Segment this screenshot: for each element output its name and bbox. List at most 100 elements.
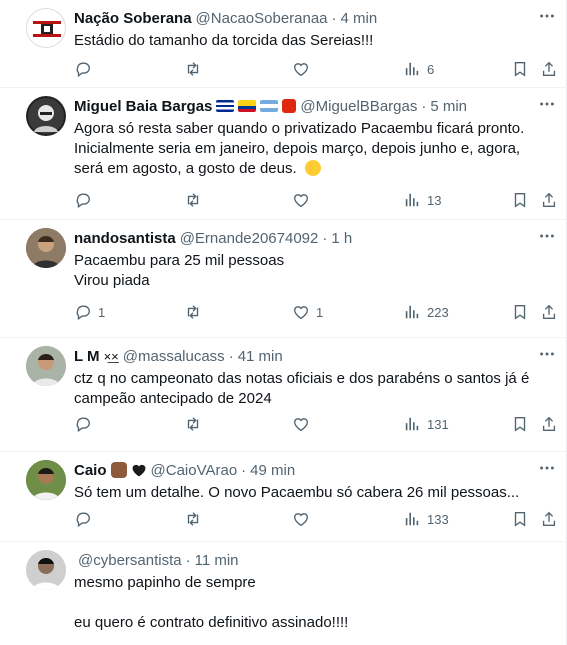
separator-dot: ·	[331, 9, 337, 27]
like-button[interactable]	[292, 189, 316, 211]
tweet[interactable]: L M ×͟× @massalucass · 41 min ctz q no c…	[0, 338, 567, 452]
views-icon	[405, 305, 419, 319]
timestamp[interactable]: 4 min	[341, 10, 378, 27]
more-icon[interactable]	[537, 344, 557, 364]
timestamp[interactable]: 5 min	[430, 98, 467, 115]
like-button[interactable]	[292, 508, 316, 530]
separator-dot: ·	[421, 97, 427, 115]
share-icon	[542, 416, 556, 431]
more-icon[interactable]	[537, 226, 557, 246]
timestamp[interactable]: 11 min	[195, 552, 239, 569]
bookmark-icon	[514, 62, 526, 77]
author-name[interactable]: Nação Soberana	[74, 10, 192, 27]
tweet[interactable]: @cybersantista · 11 min mesmo papinho de…	[0, 542, 567, 645]
author-handle[interactable]: @Ernande20674092	[180, 230, 319, 247]
reply-button[interactable]	[74, 58, 98, 80]
author-handle[interactable]: @massalucass	[123, 348, 225, 365]
reply-button[interactable]	[74, 413, 98, 435]
avatar[interactable]	[26, 96, 66, 136]
tweet-text-body: Agora só resta saber quando o privatizad…	[74, 120, 529, 177]
views-button[interactable]: 131	[403, 413, 449, 435]
bookmark-icon	[514, 193, 526, 208]
share-button[interactable]	[540, 58, 558, 80]
tweet[interactable]: Miguel Baia Bargas @MiguelBBargas · 5 mi…	[0, 88, 567, 220]
share-button[interactable]	[540, 413, 558, 435]
bookmark-icon	[514, 305, 526, 320]
black-heart-icon	[131, 462, 147, 478]
bookmark-button[interactable]	[511, 301, 529, 323]
like-icon	[294, 63, 308, 77]
sunglasses-emoji-icon	[304, 160, 321, 177]
bookmark-button[interactable]	[511, 413, 529, 435]
tweet[interactable]: Nação Soberana @NacaoSoberanaa · 4 min E…	[0, 0, 567, 88]
like-count: 1	[316, 304, 324, 320]
avatar[interactable]	[26, 8, 66, 48]
more-icon[interactable]	[537, 458, 557, 478]
author-name[interactable]: Caio	[74, 462, 107, 479]
like-button[interactable]: 1	[292, 301, 323, 323]
retweet-button[interactable]	[184, 301, 208, 323]
badge-icon: ×͟×	[103, 348, 119, 364]
share-button[interactable]	[540, 301, 558, 323]
author-handle[interactable]: @CaioVArao	[151, 462, 238, 479]
like-icon	[294, 418, 308, 432]
reply-button[interactable]	[74, 189, 98, 211]
retweet-button[interactable]	[184, 58, 208, 80]
views-count: 6	[427, 61, 435, 77]
tweet-actions: 13	[74, 189, 557, 211]
retweet-button[interactable]	[184, 189, 208, 211]
bookmark-button[interactable]	[511, 58, 529, 80]
retweet-icon	[187, 512, 199, 526]
retweet-icon	[187, 62, 199, 76]
retweet-button[interactable]	[184, 508, 208, 530]
views-count: 133	[427, 511, 449, 527]
author-handle[interactable]: @cybersantista	[78, 552, 182, 569]
timeline: Nação Soberana @NacaoSoberanaa · 4 min E…	[0, 0, 567, 645]
views-count: 223	[427, 304, 449, 320]
tweet[interactable]: nandosantista @Ernande20674092 · 1 h Pac…	[0, 220, 567, 338]
author-name[interactable]: L M	[74, 348, 100, 365]
views-icon	[405, 417, 419, 431]
timestamp[interactable]: 1 h	[331, 230, 352, 247]
author-handle[interactable]: @MiguelBBargas	[300, 98, 417, 115]
argentina-flag-icon	[260, 100, 279, 112]
bookmark-button[interactable]	[511, 189, 529, 211]
separator-dot: ·	[322, 229, 328, 247]
tweet-text: Pacaembu para 25 mil pessoas Virou piada	[74, 252, 285, 289]
reply-icon	[76, 417, 90, 433]
reply-icon	[76, 62, 90, 78]
like-icon	[294, 513, 308, 527]
more-icon[interactable]	[537, 6, 557, 26]
tweet[interactable]: Caio @CaioVArao · 49 min Só tem um detal…	[0, 452, 567, 542]
tweet-actions: 131	[74, 413, 557, 435]
retweet-button[interactable]	[184, 413, 208, 435]
avatar[interactable]	[26, 346, 66, 386]
timestamp[interactable]: 49 min	[250, 462, 295, 479]
tweet-text: Agora só resta saber quando o privatizad…	[74, 119, 553, 179]
views-button[interactable]: 13	[403, 189, 441, 211]
views-button[interactable]: 223	[403, 301, 449, 323]
separator-dot: ·	[228, 347, 234, 365]
more-icon[interactable]	[537, 94, 557, 114]
avatar[interactable]	[26, 228, 66, 268]
like-button[interactable]	[292, 413, 316, 435]
reply-button[interactable]	[74, 508, 98, 530]
views-button[interactable]: 6	[403, 58, 434, 80]
reply-icon	[76, 193, 90, 209]
author-handle[interactable]: @NacaoSoberanaa	[196, 10, 328, 27]
person-icon	[26, 550, 66, 590]
like-button[interactable]	[292, 58, 316, 80]
author-name[interactable]: Miguel Baia Bargas	[74, 98, 212, 115]
share-icon	[542, 61, 556, 76]
author-name[interactable]: nandosantista	[74, 230, 176, 247]
reply-button[interactable]: 1	[74, 301, 105, 323]
views-button[interactable]: 133	[403, 508, 449, 530]
share-button[interactable]	[540, 189, 558, 211]
bookmark-button[interactable]	[511, 508, 529, 530]
views-icon	[405, 512, 419, 526]
avatar[interactable]	[26, 460, 66, 500]
timestamp[interactable]: 41 min	[238, 348, 283, 365]
avatar[interactable]	[26, 550, 66, 590]
share-button[interactable]	[540, 508, 558, 530]
cuba-flag-icon	[216, 100, 235, 112]
